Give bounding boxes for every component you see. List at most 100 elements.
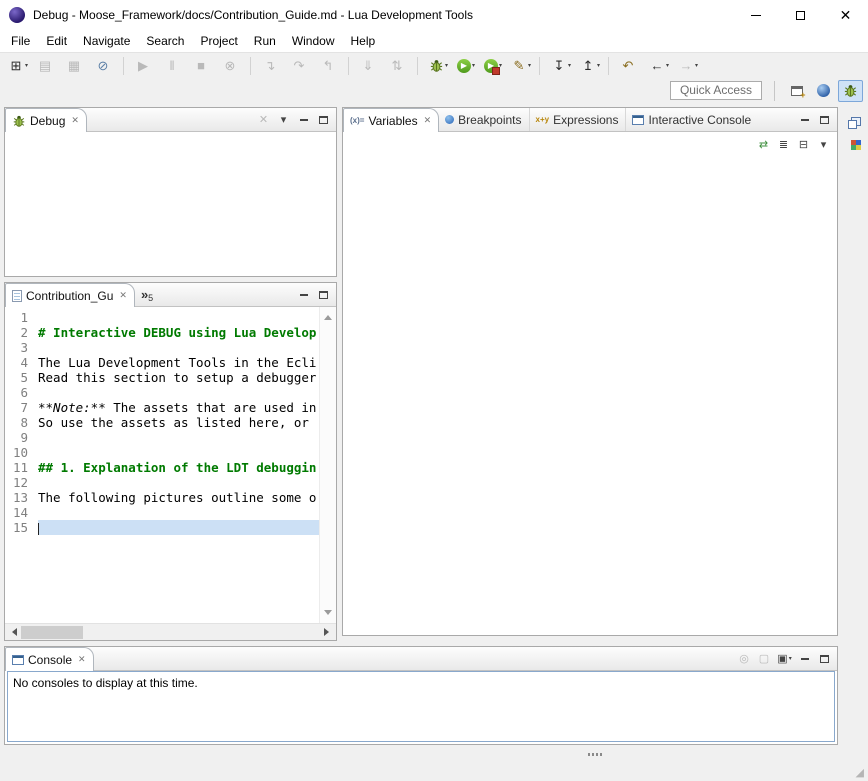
editor-line[interactable]: 2 # Interactive DEBUG using Lua Develop <box>5 325 319 340</box>
menu-help[interactable]: Help <box>343 31 384 51</box>
scroll-left-icon[interactable] <box>8 628 17 636</box>
editor-line[interactable]: 9 <box>5 430 319 445</box>
editor-line[interactable]: 10 <box>5 445 319 460</box>
terminate-button[interactable]: ■ <box>191 55 218 77</box>
step-return-button[interactable]: ↰ <box>318 55 345 77</box>
external-tools-button[interactable]: ▶ ▾ <box>482 55 507 77</box>
scroll-right-icon[interactable] <box>324 628 333 636</box>
collapse-all-button[interactable]: ⊟ <box>794 136 813 154</box>
last-edit-location-button[interactable]: ↶ <box>618 55 645 77</box>
console-view-panel: Console ✕ ◎ ▢ ▣ <box>4 646 838 745</box>
maximize-view-button[interactable] <box>314 286 333 304</box>
minimized-view-button[interactable] <box>846 135 866 155</box>
editor-line[interactable]: 12 <box>5 475 319 490</box>
editor-line[interactable]: 14 <box>5 505 319 520</box>
horizontal-scrollbar[interactable] <box>5 623 336 640</box>
forward-button[interactable]: → ▾ <box>676 55 703 77</box>
editor-line[interactable]: 5 Read this section to setup a debugger <box>5 370 319 385</box>
quick-access[interactable]: Quick Access <box>670 81 762 100</box>
menu-window[interactable]: Window <box>284 31 343 51</box>
close-window-button[interactable]: ✕ <box>823 0 868 30</box>
open-perspective-button[interactable] <box>784 80 809 102</box>
new-wizard-button[interactable]: ⊞ ▾ <box>6 55 33 77</box>
minimize-view-button[interactable] <box>795 111 814 129</box>
tab-debug[interactable]: Debug ✕ <box>5 108 87 132</box>
view-menu-button[interactable]: ▾ <box>274 111 293 129</box>
editor-line[interactable]: 3 <box>5 340 319 355</box>
disconnect-button[interactable]: ⊗ <box>220 55 247 77</box>
console-content[interactable]: No consoles to display at this time. <box>7 671 835 742</box>
use-step-filters-button[interactable]: ⇅ <box>387 55 414 77</box>
menu-search[interactable]: Search <box>138 31 192 51</box>
menu-file[interactable]: File <box>3 31 38 51</box>
scroll-down-icon[interactable] <box>324 610 332 619</box>
display-selected-console-button[interactable]: ▢ <box>755 650 774 668</box>
step-over-button[interactable]: ↷ <box>289 55 316 77</box>
save-all-button[interactable]: ▦ <box>64 55 91 77</box>
debug-view-content[interactable] <box>5 132 336 276</box>
run-button[interactable]: ▶ ▾ <box>455 55 480 77</box>
drop-to-frame-button[interactable]: ⇓ <box>358 55 385 77</box>
menu-edit[interactable]: Edit <box>38 31 75 51</box>
close-tab-icon[interactable]: ✕ <box>119 290 127 301</box>
editor-line[interactable]: 1 <box>5 310 319 325</box>
console-resize-handle[interactable] <box>588 753 604 756</box>
step-into-button[interactable]: ↴ <box>260 55 287 77</box>
editor-line[interactable]: 7 **Note:** The assets that are used in <box>5 400 319 415</box>
tab-interactive-console[interactable]: Interactive Console <box>625 108 758 131</box>
editor-line[interactable]: 15 <box>5 520 319 535</box>
restore-minimized-view-button[interactable] <box>846 111 866 131</box>
editor-text-area[interactable]: 1 2 # Interactive DEBUG using Lua Develo… <box>5 307 319 623</box>
menu-run[interactable]: Run <box>246 31 284 51</box>
resume-button[interactable]: ▶ <box>133 55 160 77</box>
tab-expressions[interactable]: x+y Expressions <box>529 108 626 131</box>
tab-breakpoints[interactable]: Breakpoints <box>439 108 528 131</box>
minimize-window-button[interactable] <box>733 0 778 30</box>
skip-all-breakpoints-button[interactable]: ⊘ <box>93 55 120 77</box>
close-tab-icon[interactable]: ✕ <box>424 115 432 126</box>
app-icon[interactable] <box>9 7 25 23</box>
previous-annotation-button[interactable]: ↥ ▾ <box>578 55 605 77</box>
pin-console-button[interactable]: ◎ <box>735 650 754 668</box>
perspective-debug-button[interactable] <box>838 80 863 102</box>
back-button[interactable]: ← ▾ <box>647 55 674 77</box>
dropdown-caret-icon: ▾ <box>666 62 672 69</box>
open-console-button[interactable]: ▣ ▾ <box>775 650 794 668</box>
pen-tool-button[interactable]: ✎ ▾ <box>509 55 536 77</box>
minimize-view-button[interactable] <box>294 111 313 129</box>
menu-navigate[interactable]: Navigate <box>75 31 138 51</box>
close-tab-icon[interactable]: ✕ <box>71 115 79 126</box>
scrollbar-thumb[interactable] <box>21 626 83 639</box>
vertical-scrollbar[interactable] <box>319 307 336 623</box>
editor-line[interactable]: 6 <box>5 385 319 400</box>
tab-overflow-indicator[interactable]: » 5 <box>135 283 159 306</box>
next-annotation-button[interactable]: ↧ ▾ <box>549 55 576 77</box>
button-glyph: ↶ <box>620 58 636 74</box>
save-button[interactable]: ▤ <box>35 55 62 77</box>
editor-line[interactable]: 4 The Lua Development Tools in the Ecli <box>5 355 319 370</box>
show-type-names-button[interactable]: ⇄ <box>754 136 773 154</box>
tab-contribution-guide[interactable]: Contribution_Gu ✕ <box>5 283 135 307</box>
tab-console[interactable]: Console ✕ <box>5 647 94 671</box>
minimize-view-button[interactable] <box>795 650 814 668</box>
view-menu-button[interactable]: ▾ <box>814 136 833 154</box>
tab-variables[interactable]: (x)= Variables ✕ <box>343 108 439 132</box>
menu-project[interactable]: Project <box>192 31 245 51</box>
editor-line[interactable]: 11 ## 1. Explanation of the LDT debuggin <box>5 460 319 475</box>
maximize-view-button[interactable] <box>314 111 333 129</box>
editor-line[interactable]: 8 So use the assets as listed here, or <box>5 415 319 430</box>
perspective-ldt-button[interactable] <box>811 80 836 102</box>
maximize-view-button[interactable] <box>815 111 834 129</box>
show-logical-structures-button[interactable]: ≣ <box>774 136 793 154</box>
scroll-up-icon[interactable] <box>324 311 332 320</box>
variables-empty-area[interactable] <box>343 158 837 635</box>
remove-all-terminated-button[interactable]: ✕ <box>254 111 273 129</box>
minimize-view-button[interactable] <box>294 286 313 304</box>
maximize-window-button[interactable] <box>778 0 823 30</box>
maximize-view-button[interactable] <box>815 650 834 668</box>
editor-line[interactable]: 13 The following pictures outline some o <box>5 490 319 505</box>
window-resize-grip[interactable]: ◢ <box>856 766 864 779</box>
close-tab-icon[interactable]: ✕ <box>78 654 86 665</box>
suspend-button[interactable]: ‖ <box>162 55 189 77</box>
debug-button[interactable]: ▾ <box>427 55 453 77</box>
